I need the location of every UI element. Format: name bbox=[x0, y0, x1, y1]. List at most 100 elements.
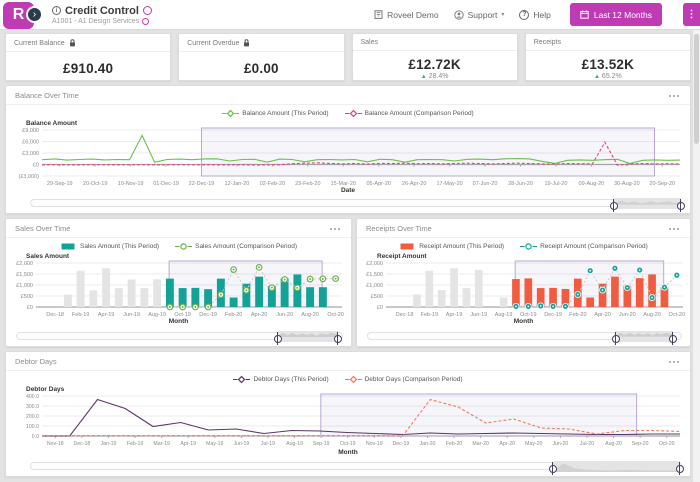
legend-item[interactable]: Debtor Days (This Period) bbox=[233, 375, 328, 384]
legend-item[interactable]: Sales Amount (This Period) bbox=[60, 242, 159, 251]
nav-support[interactable]: Support ▾ bbox=[454, 10, 505, 20]
legend-item[interactable]: Debtor Days (Comparison Period) bbox=[345, 375, 463, 384]
date-range-slider[interactable] bbox=[367, 331, 682, 342]
app-logo-letter: R bbox=[13, 6, 25, 24]
date-range-slider[interactable] bbox=[16, 331, 343, 342]
svg-text:Jun-19: Jun-19 bbox=[123, 312, 140, 318]
slider-handle-start[interactable] bbox=[274, 335, 282, 343]
slider-sparkline bbox=[278, 331, 338, 337]
kpi-receipts: Receipts £13.52K ▲65.2% bbox=[525, 33, 691, 81]
slider-track[interactable] bbox=[30, 199, 682, 207]
chevron-right-icon: › bbox=[33, 10, 36, 20]
svg-text:400.0: 400.0 bbox=[26, 394, 39, 400]
subtitle-badge-icon[interactable] bbox=[142, 18, 149, 25]
slider-handle-end[interactable] bbox=[677, 202, 685, 210]
svg-text:Feb-20: Feb-20 bbox=[446, 441, 463, 447]
kpi-label: Sales bbox=[361, 39, 379, 46]
svg-text:05-Apr-20: 05-Apr-20 bbox=[366, 181, 390, 187]
scrollbar-thumb[interactable] bbox=[694, 34, 699, 144]
slider-window[interactable] bbox=[616, 331, 673, 342]
header-menu-button[interactable]: ⋮ bbox=[683, 3, 700, 26]
y-axis-title: Sales Amount bbox=[26, 253, 351, 260]
y-axis-title: Debtor Days bbox=[26, 386, 690, 393]
legend-marker-diamond bbox=[222, 109, 239, 118]
panel-debtor-days: Debtor Days Debtor Days (This Period) Deb… bbox=[5, 351, 691, 477]
svg-text:12-Jan-20: 12-Jan-20 bbox=[225, 181, 250, 187]
legend-label: Balance Amount (Comparison Period) bbox=[365, 110, 474, 117]
debtor-days-line-chart[interactable]: 400.0300.0200.0100.00.0Nov-18Dec-18Jan-1… bbox=[8, 393, 688, 451]
x-axis-title: Month bbox=[6, 449, 690, 456]
svg-text:Aug-19: Aug-19 bbox=[148, 312, 166, 318]
page-scrollbar[interactable] bbox=[692, 30, 700, 482]
kpi-value: £0.00 bbox=[179, 52, 343, 76]
svg-text:Aug-20: Aug-20 bbox=[605, 441, 622, 447]
svg-text:Dec-18: Dec-18 bbox=[46, 312, 64, 318]
date-range-button[interactable]: Last 12 Months bbox=[570, 3, 662, 26]
balance-line-chart[interactable]: £9,000£6,000£3,000£0(£3,000)29-Sep-1920-… bbox=[8, 127, 688, 189]
x-axis-title: Date bbox=[6, 187, 690, 194]
panel-menu-icon[interactable] bbox=[667, 93, 681, 99]
help-icon: ? bbox=[519, 10, 529, 20]
kpi-current-overdue: Current Overdue £0.00 bbox=[178, 33, 344, 81]
slider-handle-end[interactable] bbox=[669, 335, 677, 343]
sidebar-expand-button[interactable]: › bbox=[26, 6, 43, 23]
svg-text:Feb-19: Feb-19 bbox=[72, 312, 89, 318]
svg-text:23-Feb-20: 23-Feb-20 bbox=[295, 181, 320, 187]
kpi-delta: ▲65.2% bbox=[526, 72, 690, 80]
slider-sparkline bbox=[553, 461, 680, 472]
legend-item[interactable]: Balance Amount (This Period) bbox=[222, 109, 328, 118]
slider-handle-end[interactable] bbox=[334, 335, 342, 343]
panel-menu-icon[interactable] bbox=[328, 226, 342, 232]
slider-window[interactable] bbox=[278, 331, 339, 342]
panel-title: Debtor Days bbox=[15, 357, 57, 366]
dashboard-settings-icon[interactable] bbox=[143, 6, 152, 15]
slider-window[interactable] bbox=[614, 198, 681, 209]
nav-company[interactable]: Roveel Demo bbox=[374, 10, 439, 20]
svg-text:Jul-20: Jul-20 bbox=[580, 441, 594, 447]
panel-menu-icon[interactable] bbox=[667, 359, 681, 365]
header-nav: Roveel Demo Support ▾ ? Help Last 12 Mon… bbox=[374, 3, 700, 26]
sales-bar-chart[interactable]: £2,000£1,500£1,000£500£0Dec-18Feb-19Apr-… bbox=[8, 260, 349, 320]
date-range-slider[interactable] bbox=[30, 198, 682, 209]
slider-handle-start[interactable] bbox=[610, 202, 618, 210]
svg-text:Jan-20: Jan-20 bbox=[420, 441, 436, 447]
kpi-label: Current Overdue bbox=[187, 40, 239, 47]
svg-text:Feb-19: Feb-19 bbox=[127, 441, 144, 447]
svg-text:£2,000: £2,000 bbox=[16, 261, 33, 267]
info-icon[interactable]: i bbox=[52, 6, 61, 15]
panel-balance-over-time: Balance Over Time Balance Amount (This P… bbox=[5, 85, 691, 214]
panel-sales-over-time: Sales Over Time Sales Amount (This Perio… bbox=[5, 218, 352, 347]
panel-menu-icon[interactable] bbox=[667, 226, 681, 232]
legend-item[interactable]: Receipt Amount (This Period) bbox=[399, 242, 504, 251]
kpi-label: Current Balance bbox=[14, 40, 65, 47]
x-axis-title: Month bbox=[6, 318, 351, 325]
kpi-value: £910.40 bbox=[6, 52, 170, 76]
date-range-slider[interactable] bbox=[30, 461, 682, 472]
legend-item[interactable]: Balance Amount (Comparison Period) bbox=[345, 109, 474, 118]
svg-text:07-Jun-20: 07-Jun-20 bbox=[473, 181, 498, 187]
svg-text:(£3,000): (£3,000) bbox=[19, 174, 40, 180]
nav-help[interactable]: ? Help bbox=[519, 10, 550, 20]
svg-text:Dec-19: Dec-19 bbox=[544, 312, 562, 318]
nav-help-label: Help bbox=[533, 10, 550, 20]
svg-text:Aug-20: Aug-20 bbox=[301, 312, 319, 318]
slider-window[interactable] bbox=[553, 461, 680, 472]
slider-handle-end[interactable] bbox=[676, 465, 684, 473]
calendar-icon bbox=[580, 10, 589, 19]
svg-text:26-Apr-20: 26-Apr-20 bbox=[402, 181, 426, 187]
x-axis-title: Month bbox=[357, 318, 690, 325]
legend-item[interactable]: Receipt Amount (Comparison Period) bbox=[520, 242, 648, 251]
receipts-bar-chart[interactable]: £2,000£1,500£1,000£500£0Dec-18Feb-19Apr-… bbox=[358, 260, 690, 320]
legend-item[interactable]: Sales Amount (Comparison Period) bbox=[175, 242, 297, 251]
svg-text:Dec-18: Dec-18 bbox=[395, 312, 413, 318]
svg-text:02-Feb-20: 02-Feb-20 bbox=[260, 181, 285, 187]
svg-text:£500: £500 bbox=[21, 294, 33, 300]
svg-text:Oct-20: Oct-20 bbox=[668, 312, 685, 318]
svg-text:Aug-19: Aug-19 bbox=[494, 312, 512, 318]
svg-text:Oct-20: Oct-20 bbox=[327, 312, 344, 318]
slider-handle-start[interactable] bbox=[612, 335, 620, 343]
svg-text:Apr-20: Apr-20 bbox=[251, 312, 268, 318]
svg-text:£2,000: £2,000 bbox=[366, 261, 383, 267]
svg-text:22-Dec-19: 22-Dec-19 bbox=[189, 181, 215, 187]
slider-handle-start[interactable] bbox=[549, 465, 557, 473]
